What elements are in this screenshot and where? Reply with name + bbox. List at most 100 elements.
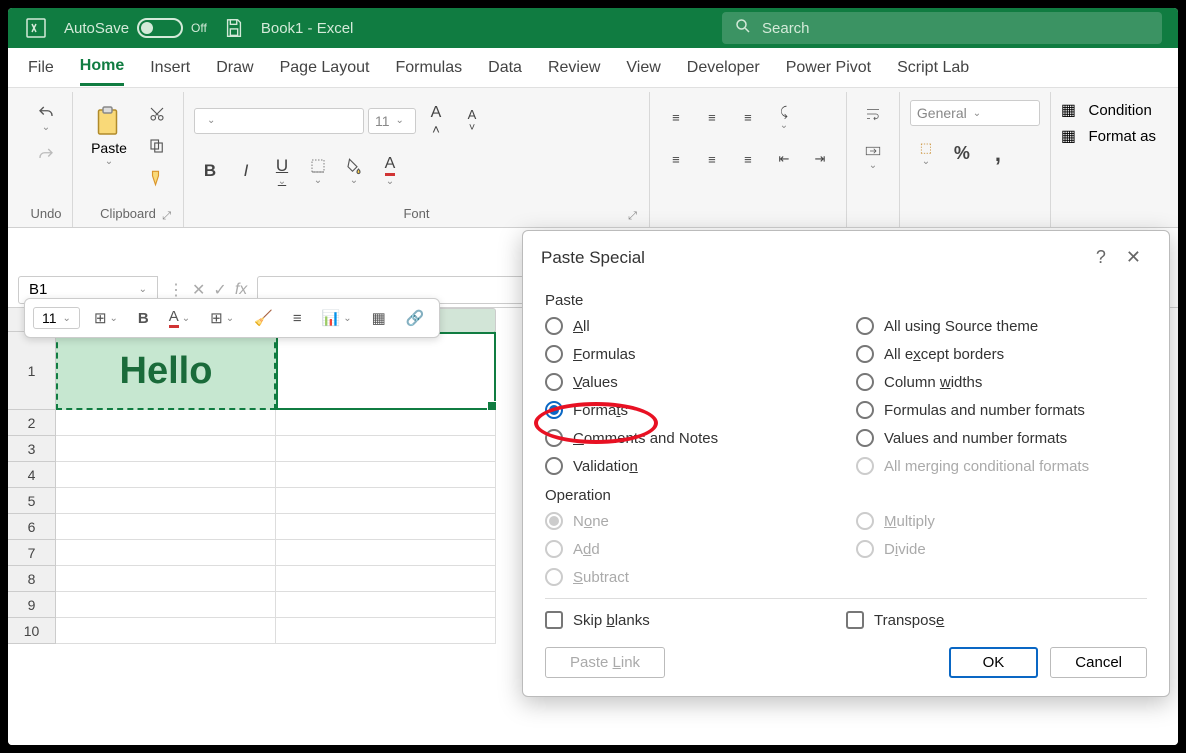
- font-launcher-icon[interactable]: ⤢: [628, 210, 637, 223]
- row-header-5[interactable]: 5: [8, 488, 56, 514]
- help-icon[interactable]: ?: [1086, 243, 1116, 272]
- tab-page-layout[interactable]: Page Layout: [280, 51, 370, 85]
- tab-formulas[interactable]: Formulas: [395, 51, 462, 85]
- cell[interactable]: [56, 618, 276, 644]
- mini-clear-format-button[interactable]: 🧹: [248, 305, 279, 331]
- cell[interactable]: [276, 540, 496, 566]
- cell[interactable]: [276, 462, 496, 488]
- currency-button[interactable]: ⬚⌄: [910, 136, 942, 171]
- close-icon[interactable]: ✕: [1116, 243, 1151, 272]
- underline-button[interactable]: U ⌄: [266, 152, 298, 191]
- autosave-toggle[interactable]: AutoSave Off: [64, 18, 207, 38]
- mini-insert-button[interactable]: ⊞⌄: [88, 305, 124, 331]
- paste-option-radio-1[interactable]: All using Source theme: [856, 317, 1147, 335]
- borders-button[interactable]: ⌄: [302, 153, 334, 190]
- paste-option-radio-8[interactable]: Comments and Notes: [545, 429, 836, 447]
- cell-b1[interactable]: [276, 332, 496, 410]
- orientation-button[interactable]: ⤹⌄: [768, 100, 800, 135]
- italic-button[interactable]: I: [230, 157, 262, 185]
- paste-option-radio-7[interactable]: Formulas and number formats: [856, 401, 1147, 419]
- tab-home[interactable]: Home: [80, 49, 124, 86]
- cell[interactable]: [56, 566, 276, 592]
- row-header-9[interactable]: 9: [8, 592, 56, 618]
- paste-button[interactable]: Paste ⌄: [83, 100, 135, 171]
- row-header-7[interactable]: 7: [8, 540, 56, 566]
- menu-dots-icon[interactable]: ⋮: [168, 280, 184, 300]
- cancel-button[interactable]: Cancel: [1050, 647, 1147, 678]
- align-bottom-button[interactable]: ≡: [732, 104, 764, 132]
- cell[interactable]: [276, 410, 496, 436]
- align-right-button[interactable]: ≡: [732, 145, 764, 173]
- paste-option-radio-2[interactable]: Formulas: [545, 345, 836, 363]
- cell[interactable]: [276, 592, 496, 618]
- mini-chart-button[interactable]: 📊⌄: [316, 305, 358, 331]
- cell[interactable]: [56, 488, 276, 514]
- mini-insert-cells-button[interactable]: ⊞⌄: [204, 305, 240, 331]
- undo-button[interactable]: ⌄: [30, 100, 62, 137]
- mini-table-button[interactable]: ▦: [366, 305, 392, 331]
- paste-link-button[interactable]: Paste Link: [545, 647, 665, 678]
- cell[interactable]: [276, 618, 496, 644]
- align-center-button[interactable]: ≡: [696, 145, 728, 173]
- save-icon[interactable]: [223, 17, 245, 39]
- paste-option-radio-4[interactable]: Values: [545, 373, 836, 391]
- cell-a1[interactable]: Hello: [56, 332, 276, 410]
- font-size-select[interactable]: 11⌄: [368, 108, 416, 134]
- row-header-4[interactable]: 4: [8, 462, 56, 488]
- row-header-1[interactable]: 1: [8, 332, 56, 410]
- decrease-font-button[interactable]: A˅: [456, 103, 488, 138]
- align-left-button[interactable]: ≡: [660, 145, 692, 173]
- align-top-button[interactable]: ≡: [660, 104, 692, 132]
- format-painter-button[interactable]: [141, 164, 173, 192]
- ok-button[interactable]: OK: [949, 647, 1039, 678]
- cut-button[interactable]: [141, 100, 173, 128]
- accept-formula-icon[interactable]: ✓: [213, 280, 226, 300]
- copy-button[interactable]: [141, 132, 173, 160]
- tab-review[interactable]: Review: [548, 51, 600, 85]
- cell[interactable]: [56, 462, 276, 488]
- font-family-select[interactable]: ⌄: [194, 108, 364, 134]
- redo-button[interactable]: [30, 141, 62, 169]
- fx-icon[interactable]: fx: [235, 281, 247, 299]
- number-format-select[interactable]: General⌄: [910, 100, 1040, 126]
- cell[interactable]: [276, 488, 496, 514]
- font-color-button[interactable]: A⌄: [374, 151, 406, 191]
- mini-bold-button[interactable]: B: [132, 306, 155, 331]
- row-header-6[interactable]: 6: [8, 514, 56, 540]
- paste-option-radio-9[interactable]: Values and number formats: [856, 429, 1147, 447]
- clipboard-launcher-icon[interactable]: ⤢: [162, 210, 171, 223]
- cell[interactable]: [56, 540, 276, 566]
- mini-link-button[interactable]: 🔗: [400, 305, 431, 331]
- row-header-8[interactable]: 8: [8, 566, 56, 592]
- mini-align-button[interactable]: ≡: [287, 306, 308, 331]
- cell[interactable]: [276, 514, 496, 540]
- conditional-formatting-button[interactable]: Condition: [1088, 102, 1151, 119]
- paste-option-radio-5[interactable]: Column widths: [856, 373, 1147, 391]
- row-header-3[interactable]: 3: [8, 436, 56, 462]
- decrease-indent-button[interactable]: ⇤: [768, 145, 800, 173]
- tab-script-lab[interactable]: Script Lab: [897, 51, 969, 85]
- row-header-2[interactable]: 2: [8, 410, 56, 436]
- tab-view[interactable]: View: [626, 51, 660, 85]
- bold-button[interactable]: B: [194, 157, 226, 185]
- mini-font-color-button[interactable]: A⌄: [163, 304, 196, 332]
- skip-blanks-checkbox[interactable]: Skip blanks: [545, 611, 846, 629]
- cell[interactable]: [276, 436, 496, 462]
- row-header-10[interactable]: 10: [8, 618, 56, 644]
- cell[interactable]: [56, 592, 276, 618]
- tab-draw[interactable]: Draw: [216, 51, 253, 85]
- tab-file[interactable]: File: [28, 51, 54, 85]
- transpose-checkbox[interactable]: Transpose: [846, 611, 1147, 629]
- search-input[interactable]: [762, 20, 1150, 37]
- increase-indent-button[interactable]: ⇥: [804, 145, 836, 173]
- fill-color-button[interactable]: ⌄: [338, 153, 370, 190]
- cancel-formula-icon[interactable]: ✕: [192, 280, 205, 300]
- paste-option-radio-3[interactable]: All except borders: [856, 345, 1147, 363]
- tab-insert[interactable]: Insert: [150, 51, 190, 85]
- cell[interactable]: [56, 514, 276, 540]
- increase-font-button[interactable]: A˄: [420, 100, 452, 141]
- paste-option-radio-0[interactable]: All: [545, 317, 836, 335]
- format-as-table-button[interactable]: Format as: [1088, 128, 1156, 145]
- align-middle-button[interactable]: ≡: [696, 104, 728, 132]
- comma-button[interactable]: ,: [982, 137, 1014, 171]
